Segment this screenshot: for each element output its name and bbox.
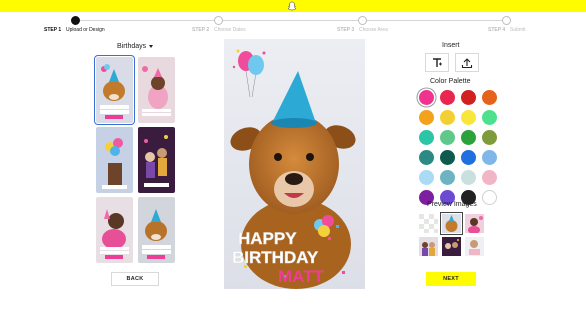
- step-2-number: STEP 2: [192, 27, 210, 33]
- template-thumbnail-dog-alt[interactable]: [138, 197, 175, 263]
- template-thumbnail-balloons[interactable]: [96, 127, 133, 193]
- step-connector: [363, 20, 506, 21]
- thumbnail-image: [138, 197, 175, 263]
- template-thumbnail-party-dark[interactable]: [138, 127, 175, 193]
- thumbnail-image: [96, 57, 133, 123]
- category-label: Birthdays: [117, 43, 147, 50]
- upload-image-button[interactable]: [455, 53, 479, 72]
- step-4-number: STEP 4: [488, 27, 506, 33]
- preview-line-name: MATT: [278, 267, 325, 286]
- color-swatch[interactable]: [440, 90, 455, 105]
- color-swatch[interactable]: [482, 130, 497, 145]
- thumbnail-image: [138, 57, 175, 123]
- snap-preview: HAPPY BIRTHDAY MATT: [224, 39, 365, 289]
- upload-icon: [461, 57, 473, 68]
- preview-line-birthday: BIRTHDAY: [232, 248, 319, 267]
- color-swatch[interactable]: [482, 170, 497, 185]
- preview-option-friends[interactable]: [419, 237, 438, 256]
- step-1-number: STEP 1: [44, 27, 62, 33]
- color-swatch[interactable]: [461, 130, 476, 145]
- category-dropdown[interactable]: Birthdays: [117, 43, 154, 50]
- step-2-label: Choose Dates: [214, 27, 246, 33]
- color-swatch[interactable]: [482, 150, 497, 165]
- preview-option-dog[interactable]: [440, 212, 463, 235]
- color-swatch[interactable]: [419, 110, 434, 125]
- chevron-down-icon: [149, 45, 154, 48]
- color-swatch[interactable]: [440, 130, 455, 145]
- preview-option-kid[interactable]: [465, 214, 484, 233]
- color-swatch[interactable]: [440, 110, 455, 125]
- color-swatch[interactable]: [419, 130, 434, 145]
- color-swatch[interactable]: [440, 170, 455, 185]
- next-button[interactable]: NEXT: [426, 272, 476, 286]
- preview-thumb: [465, 214, 484, 233]
- preview-option-party[interactable]: [442, 237, 461, 256]
- step-2-dot[interactable]: [214, 16, 223, 25]
- template-thumbnail-girl[interactable]: [96, 197, 133, 263]
- preview-thumb: [419, 214, 438, 233]
- color-swatch[interactable]: [419, 90, 434, 105]
- step-4-label: Submit: [510, 27, 526, 33]
- preview-option-blank[interactable]: [419, 214, 438, 233]
- preview-image: HAPPY BIRTHDAY MATT: [224, 39, 365, 289]
- back-button[interactable]: BACK: [111, 272, 159, 286]
- color-swatch[interactable]: [419, 170, 434, 185]
- color-swatch[interactable]: [482, 110, 497, 125]
- template-thumbnail-child[interactable]: [138, 57, 175, 123]
- color-swatch[interactable]: [482, 90, 497, 105]
- stepper: STEP 1 Upload or Design STEP 2 Choose Da…: [0, 12, 586, 38]
- insert-text-button[interactable]: [425, 53, 449, 72]
- preview-thumb: [442, 214, 461, 233]
- step-3-dot[interactable]: [358, 16, 367, 25]
- preview-thumb: [419, 237, 438, 256]
- color-swatch[interactable]: [461, 90, 476, 105]
- step-4-dot[interactable]: [502, 16, 511, 25]
- preview-images-title: Preview Images: [427, 201, 477, 208]
- color-swatch[interactable]: [461, 170, 476, 185]
- snapchat-ghost-icon: [287, 1, 297, 11]
- step-3-label: Choose Area: [359, 27, 388, 33]
- step-3-number: STEP 3: [337, 27, 355, 33]
- color-swatch[interactable]: [419, 150, 434, 165]
- preview-line-happy: HAPPY: [238, 229, 297, 248]
- preview-thumb: [465, 237, 484, 256]
- top-bar: [0, 0, 586, 12]
- template-thumbnail-dog[interactable]: [94, 55, 135, 125]
- step-1-label: Upload or Design: [66, 27, 105, 33]
- color-swatch[interactable]: [482, 190, 497, 205]
- preview-option-cake[interactable]: [465, 237, 484, 256]
- thumbnail-image: [96, 127, 133, 193]
- color-swatch[interactable]: [440, 150, 455, 165]
- color-swatch[interactable]: [461, 110, 476, 125]
- insert-title: Insert: [442, 42, 460, 49]
- text-icon: [433, 57, 442, 67]
- color-swatch[interactable]: [461, 150, 476, 165]
- step-connector: [219, 20, 362, 21]
- color-palette-title: Color Palette: [430, 78, 471, 85]
- thumbnail-image: [96, 197, 133, 263]
- thumbnail-image: [138, 127, 175, 193]
- step-connector: [76, 20, 218, 21]
- step-1-dot[interactable]: [71, 16, 80, 25]
- preview-thumb: [442, 237, 461, 256]
